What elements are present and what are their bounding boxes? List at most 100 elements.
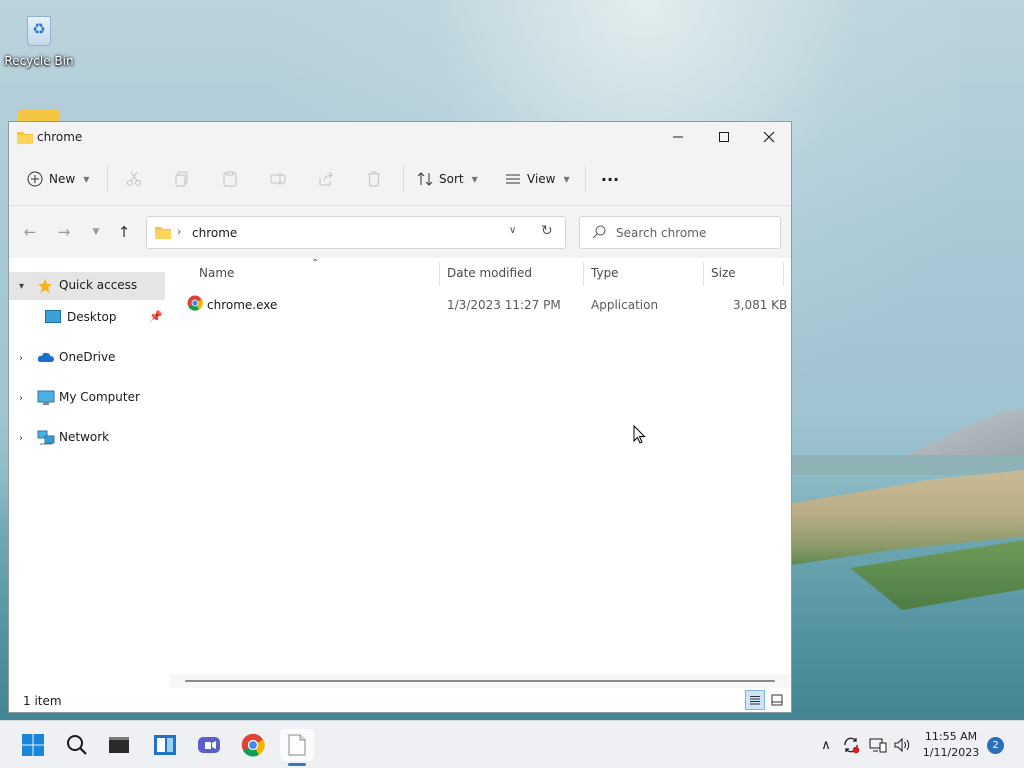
clock-date[interactable]: 1/11/2023 bbox=[918, 746, 984, 759]
notepad-icon bbox=[288, 734, 306, 756]
chrome-icon bbox=[241, 733, 265, 757]
arrow-left-icon: ← bbox=[23, 223, 37, 241]
address-dropdown-icon[interactable]: ∨ bbox=[509, 225, 516, 236]
sidebar-item-label: My Computer bbox=[59, 390, 140, 404]
paste-icon bbox=[223, 171, 237, 187]
view-button[interactable]: View ▼ bbox=[505, 164, 570, 194]
rename-icon bbox=[270, 173, 286, 185]
taskbar-chrome-button[interactable] bbox=[236, 729, 270, 761]
folder-icon bbox=[155, 225, 171, 242]
chevron-right-icon[interactable]: › bbox=[19, 353, 23, 364]
navigation-pane: ▾ Quick access Desktop 📌 › OneDrive › My… bbox=[9, 258, 167, 688]
new-button[interactable]: New ▼ bbox=[27, 164, 89, 194]
paste-button[interactable] bbox=[215, 164, 245, 194]
notification-badge[interactable]: 2 bbox=[987, 737, 1004, 754]
search-box[interactable] bbox=[579, 216, 781, 249]
widgets-icon bbox=[154, 735, 176, 755]
recent-locations-button[interactable]: ▼ bbox=[81, 217, 111, 247]
scrollbar-thumb[interactable] bbox=[185, 680, 775, 682]
sidebar-item-label: Desktop bbox=[67, 310, 117, 324]
forward-button[interactable]: → bbox=[49, 217, 79, 247]
refresh-icon[interactable]: ↻ bbox=[541, 223, 553, 239]
windows-start-button[interactable] bbox=[16, 729, 50, 761]
column-divider[interactable] bbox=[703, 262, 704, 286]
file-date-modified: 1/3/2023 11:27 PM bbox=[447, 298, 561, 312]
item-count: 1 item bbox=[23, 694, 62, 708]
sidebar-item-network[interactable]: › Network bbox=[9, 424, 165, 452]
sidebar-item-label: Quick access bbox=[59, 278, 138, 292]
sync-status-button[interactable] bbox=[841, 735, 861, 755]
share-button[interactable] bbox=[311, 164, 341, 194]
details-view-button[interactable] bbox=[745, 690, 765, 710]
taskbar-terminal-button[interactable] bbox=[102, 729, 136, 761]
plus-circle-icon bbox=[27, 171, 43, 187]
rename-button[interactable] bbox=[263, 164, 293, 194]
folder-icon bbox=[17, 130, 33, 147]
copy-button[interactable] bbox=[167, 164, 197, 194]
show-hidden-icons-button[interactable]: ∧ bbox=[816, 735, 836, 755]
share-icon bbox=[319, 171, 333, 186]
table-row[interactable]: chrome.exe 1/3/2023 11:27 PM Application… bbox=[177, 294, 789, 316]
close-icon bbox=[763, 131, 775, 143]
file-size: 3,081 KB bbox=[733, 298, 788, 312]
large-icons-view-button[interactable] bbox=[767, 690, 787, 710]
sidebar-item-onedrive[interactable]: › OneDrive bbox=[9, 344, 165, 372]
network-status-button[interactable] bbox=[868, 735, 888, 755]
volume-button[interactable] bbox=[893, 735, 913, 755]
file-type: Application bbox=[591, 298, 659, 312]
file-explorer-window: chrome New ▼ Sort ▼ View ▼ ··· ← → ▼ ↑ ›… bbox=[8, 121, 792, 713]
toolbar-divider bbox=[107, 166, 108, 192]
pin-icon[interactable]: 📌 bbox=[149, 310, 163, 323]
taskbar-teams-button[interactable] bbox=[192, 729, 226, 761]
copy-icon bbox=[175, 171, 188, 187]
up-button[interactable]: ↑ bbox=[109, 217, 139, 247]
column-divider[interactable] bbox=[783, 262, 784, 286]
arrow-up-icon: ↑ bbox=[117, 223, 131, 241]
navigation-bar: ← → ▼ ↑ › chrome ∨ ↻ bbox=[9, 206, 791, 258]
taskbar-search-button[interactable] bbox=[60, 729, 94, 761]
chevron-down-icon: ▼ bbox=[92, 227, 100, 237]
back-button[interactable]: ← bbox=[15, 217, 45, 247]
search-input[interactable] bbox=[616, 224, 774, 242]
more-options-button[interactable]: ··· bbox=[595, 164, 625, 194]
chevron-down-icon: ▼ bbox=[563, 174, 570, 184]
search-icon bbox=[592, 225, 606, 242]
teams-icon bbox=[198, 737, 220, 753]
column-header-type[interactable]: Type bbox=[591, 266, 619, 280]
column-header-name[interactable]: Name bbox=[199, 266, 234, 280]
window-title: chrome bbox=[37, 130, 83, 144]
sidebar-item-desktop[interactable]: Desktop 📌 bbox=[9, 304, 165, 332]
chevron-right-icon[interactable]: › bbox=[19, 393, 23, 404]
desktop-icon-recycle-bin[interactable]: ♻ Recycle Bin bbox=[4, 10, 74, 68]
column-divider[interactable] bbox=[439, 262, 440, 286]
breadcrumb-item[interactable]: chrome bbox=[192, 226, 237, 240]
taskbar-widgets-button[interactable] bbox=[148, 729, 182, 761]
close-button[interactable] bbox=[746, 122, 792, 152]
minimize-button[interactable] bbox=[655, 122, 701, 152]
taskbar-notepad-button[interactable] bbox=[280, 729, 314, 761]
sort-icon bbox=[417, 172, 433, 186]
chevron-right-icon[interactable]: › bbox=[19, 433, 23, 444]
address-bar[interactable]: › chrome ∨ ↻ bbox=[146, 216, 566, 249]
horizontal-scrollbar[interactable] bbox=[169, 674, 791, 688]
sort-ascending-icon: ⌃ bbox=[311, 258, 320, 269]
chevron-down-icon[interactable]: ▾ bbox=[19, 281, 24, 292]
column-divider[interactable] bbox=[583, 262, 584, 286]
title-bar[interactable]: chrome bbox=[9, 122, 791, 152]
desktop-icon bbox=[45, 310, 61, 327]
maximize-button[interactable] bbox=[701, 122, 747, 152]
cut-button[interactable] bbox=[119, 164, 149, 194]
sidebar-item-my-computer[interactable]: › My Computer bbox=[9, 384, 165, 412]
column-header-size[interactable]: Size bbox=[711, 266, 736, 280]
clock-time[interactable]: 11:55 AM bbox=[918, 730, 984, 743]
desktop-icon-label: Recycle Bin bbox=[4, 54, 74, 68]
sidebar-item-quick-access[interactable]: ▾ Quick access bbox=[9, 272, 165, 300]
column-header-date-modified[interactable]: Date modified bbox=[447, 266, 532, 280]
chevron-down-icon: ▼ bbox=[471, 174, 478, 184]
delete-button[interactable] bbox=[359, 164, 389, 194]
sort-label: Sort bbox=[439, 172, 464, 186]
file-list: ⌃ Name Date modified Type Size chrome.ex… bbox=[169, 258, 791, 678]
sort-button[interactable]: Sort ▼ bbox=[417, 164, 478, 194]
large-icons-view-icon bbox=[771, 694, 783, 706]
minimize-icon bbox=[673, 136, 683, 138]
